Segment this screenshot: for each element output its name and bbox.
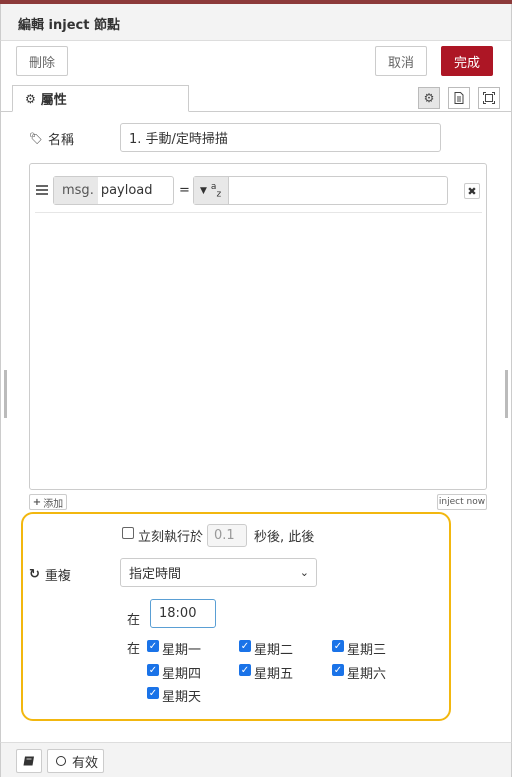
delay-input[interactable]: 0.1	[207, 524, 247, 547]
tab-properties-label: 屬性	[40, 93, 67, 108]
on-label: 在	[127, 642, 141, 657]
day-label-mon: 星期一	[162, 643, 202, 658]
day-label-fri: 星期五	[254, 667, 294, 682]
day-checkbox-mon[interactable]: ✓	[147, 640, 159, 652]
day-label-thu: 星期四	[162, 667, 202, 682]
delay-suffix: 秒後, 此後	[254, 530, 315, 545]
cancel-button-label: 取消	[387, 55, 414, 71]
repeat-label: ↻ 重複	[29, 565, 71, 584]
settings-tab-button[interactable]: ⚙	[418, 87, 440, 109]
run-once-label: 立刻執行於	[138, 530, 204, 545]
name-input[interactable]: 1. 手動/定時掃描	[120, 123, 441, 152]
close-icon: ✖	[467, 184, 477, 198]
day-label-sun: 星期天	[162, 690, 202, 705]
check-icon: ✓	[148, 640, 158, 652]
repeat-select-value: 指定時間	[129, 567, 182, 582]
chevron-down-icon: ⌄	[299, 566, 309, 579]
payload-value-input[interactable]: ▼ az	[193, 176, 448, 205]
plus-icon: +	[32, 496, 42, 508]
book-icon	[23, 756, 34, 766]
repeat-label-text: 重複	[44, 569, 71, 584]
delete-button-label: 刪除	[28, 55, 55, 71]
name-input-value: 1. 手動/定時掃描	[129, 132, 228, 147]
add-button-label: 添加	[43, 498, 64, 510]
property-row-divider	[35, 212, 482, 213]
day-checkbox-wed[interactable]: ✓	[332, 640, 344, 652]
frame-icon	[483, 92, 495, 104]
description-tab-button[interactable]	[448, 87, 470, 109]
at-label: 在	[127, 613, 141, 628]
repeat-select[interactable]: 指定時間 ⌄	[120, 558, 317, 587]
name-label-text: 名稱	[47, 133, 74, 148]
equals-sign: =	[179, 183, 190, 198]
resize-handle-left[interactable]	[4, 370, 7, 418]
add-button[interactable]: + 添加	[29, 494, 67, 510]
gear-icon: ⚙	[25, 91, 36, 106]
enabled-label: 有效	[72, 755, 99, 771]
check-icon: ✓	[240, 664, 250, 676]
caret-down-icon: ▼	[200, 185, 207, 196]
check-icon: ✓	[333, 640, 343, 652]
delete-button[interactable]: 刪除	[16, 46, 68, 76]
inject-now-button[interactable]: inject now	[437, 494, 487, 510]
day-checkbox-tue[interactable]: ✓	[239, 640, 251, 652]
refresh-icon: ↻	[29, 567, 40, 582]
inject-now-label: inject now	[438, 497, 486, 507]
check-icon: ✓	[148, 687, 158, 699]
msg-prefix: msg.	[54, 177, 98, 204]
check-icon: ✓	[240, 640, 250, 652]
circle-icon	[56, 756, 66, 766]
cancel-button[interactable]: 取消	[375, 46, 427, 76]
dialog-header: 編輯 inject 節點	[0, 4, 512, 41]
done-button-label: 完成	[453, 55, 480, 71]
check-icon: ✓	[148, 664, 158, 676]
resize-handle-right[interactable]	[505, 370, 508, 418]
appearance-tab-button[interactable]	[478, 87, 500, 109]
document-icon	[454, 92, 464, 104]
day-label-wed: 星期三	[347, 643, 387, 658]
day-label-tue: 星期二	[254, 643, 294, 658]
tag-icon: 🏷	[29, 132, 43, 145]
remove-row-button[interactable]: ✖	[464, 183, 480, 199]
day-checkbox-sun[interactable]: ✓	[147, 687, 159, 699]
time-value: 18:00	[159, 606, 197, 621]
node-help-button[interactable]	[16, 749, 42, 773]
run-once-checkbox[interactable]	[122, 527, 134, 539]
gear-icon: ⚙	[423, 91, 435, 105]
time-input[interactable]: 18:00	[150, 599, 216, 628]
msg-property-value: payload	[100, 183, 153, 198]
done-button[interactable]: 完成	[441, 46, 493, 76]
name-label: 🏷 名稱	[29, 129, 74, 148]
tab-properties[interactable]: ⚙ 屬性	[12, 85, 189, 112]
type-selector[interactable]: ▼ az	[194, 177, 230, 204]
drag-handle-icon[interactable]	[36, 183, 48, 195]
day-label-sat: 星期六	[347, 667, 387, 682]
enabled-toggle[interactable]: 有效	[47, 749, 104, 773]
string-type-icon: az	[211, 182, 221, 199]
delay-value: 0.1	[214, 528, 235, 543]
day-checkbox-sat[interactable]: ✓	[332, 664, 344, 676]
type-marker-sub: z	[216, 189, 222, 200]
msg-property-input[interactable]: msg. payload	[53, 176, 174, 205]
day-checkbox-fri[interactable]: ✓	[239, 664, 251, 676]
check-icon: ✓	[333, 664, 343, 676]
day-checkbox-thu[interactable]: ✓	[147, 664, 159, 676]
dialog-title: 編輯 inject 節點	[18, 18, 120, 33]
